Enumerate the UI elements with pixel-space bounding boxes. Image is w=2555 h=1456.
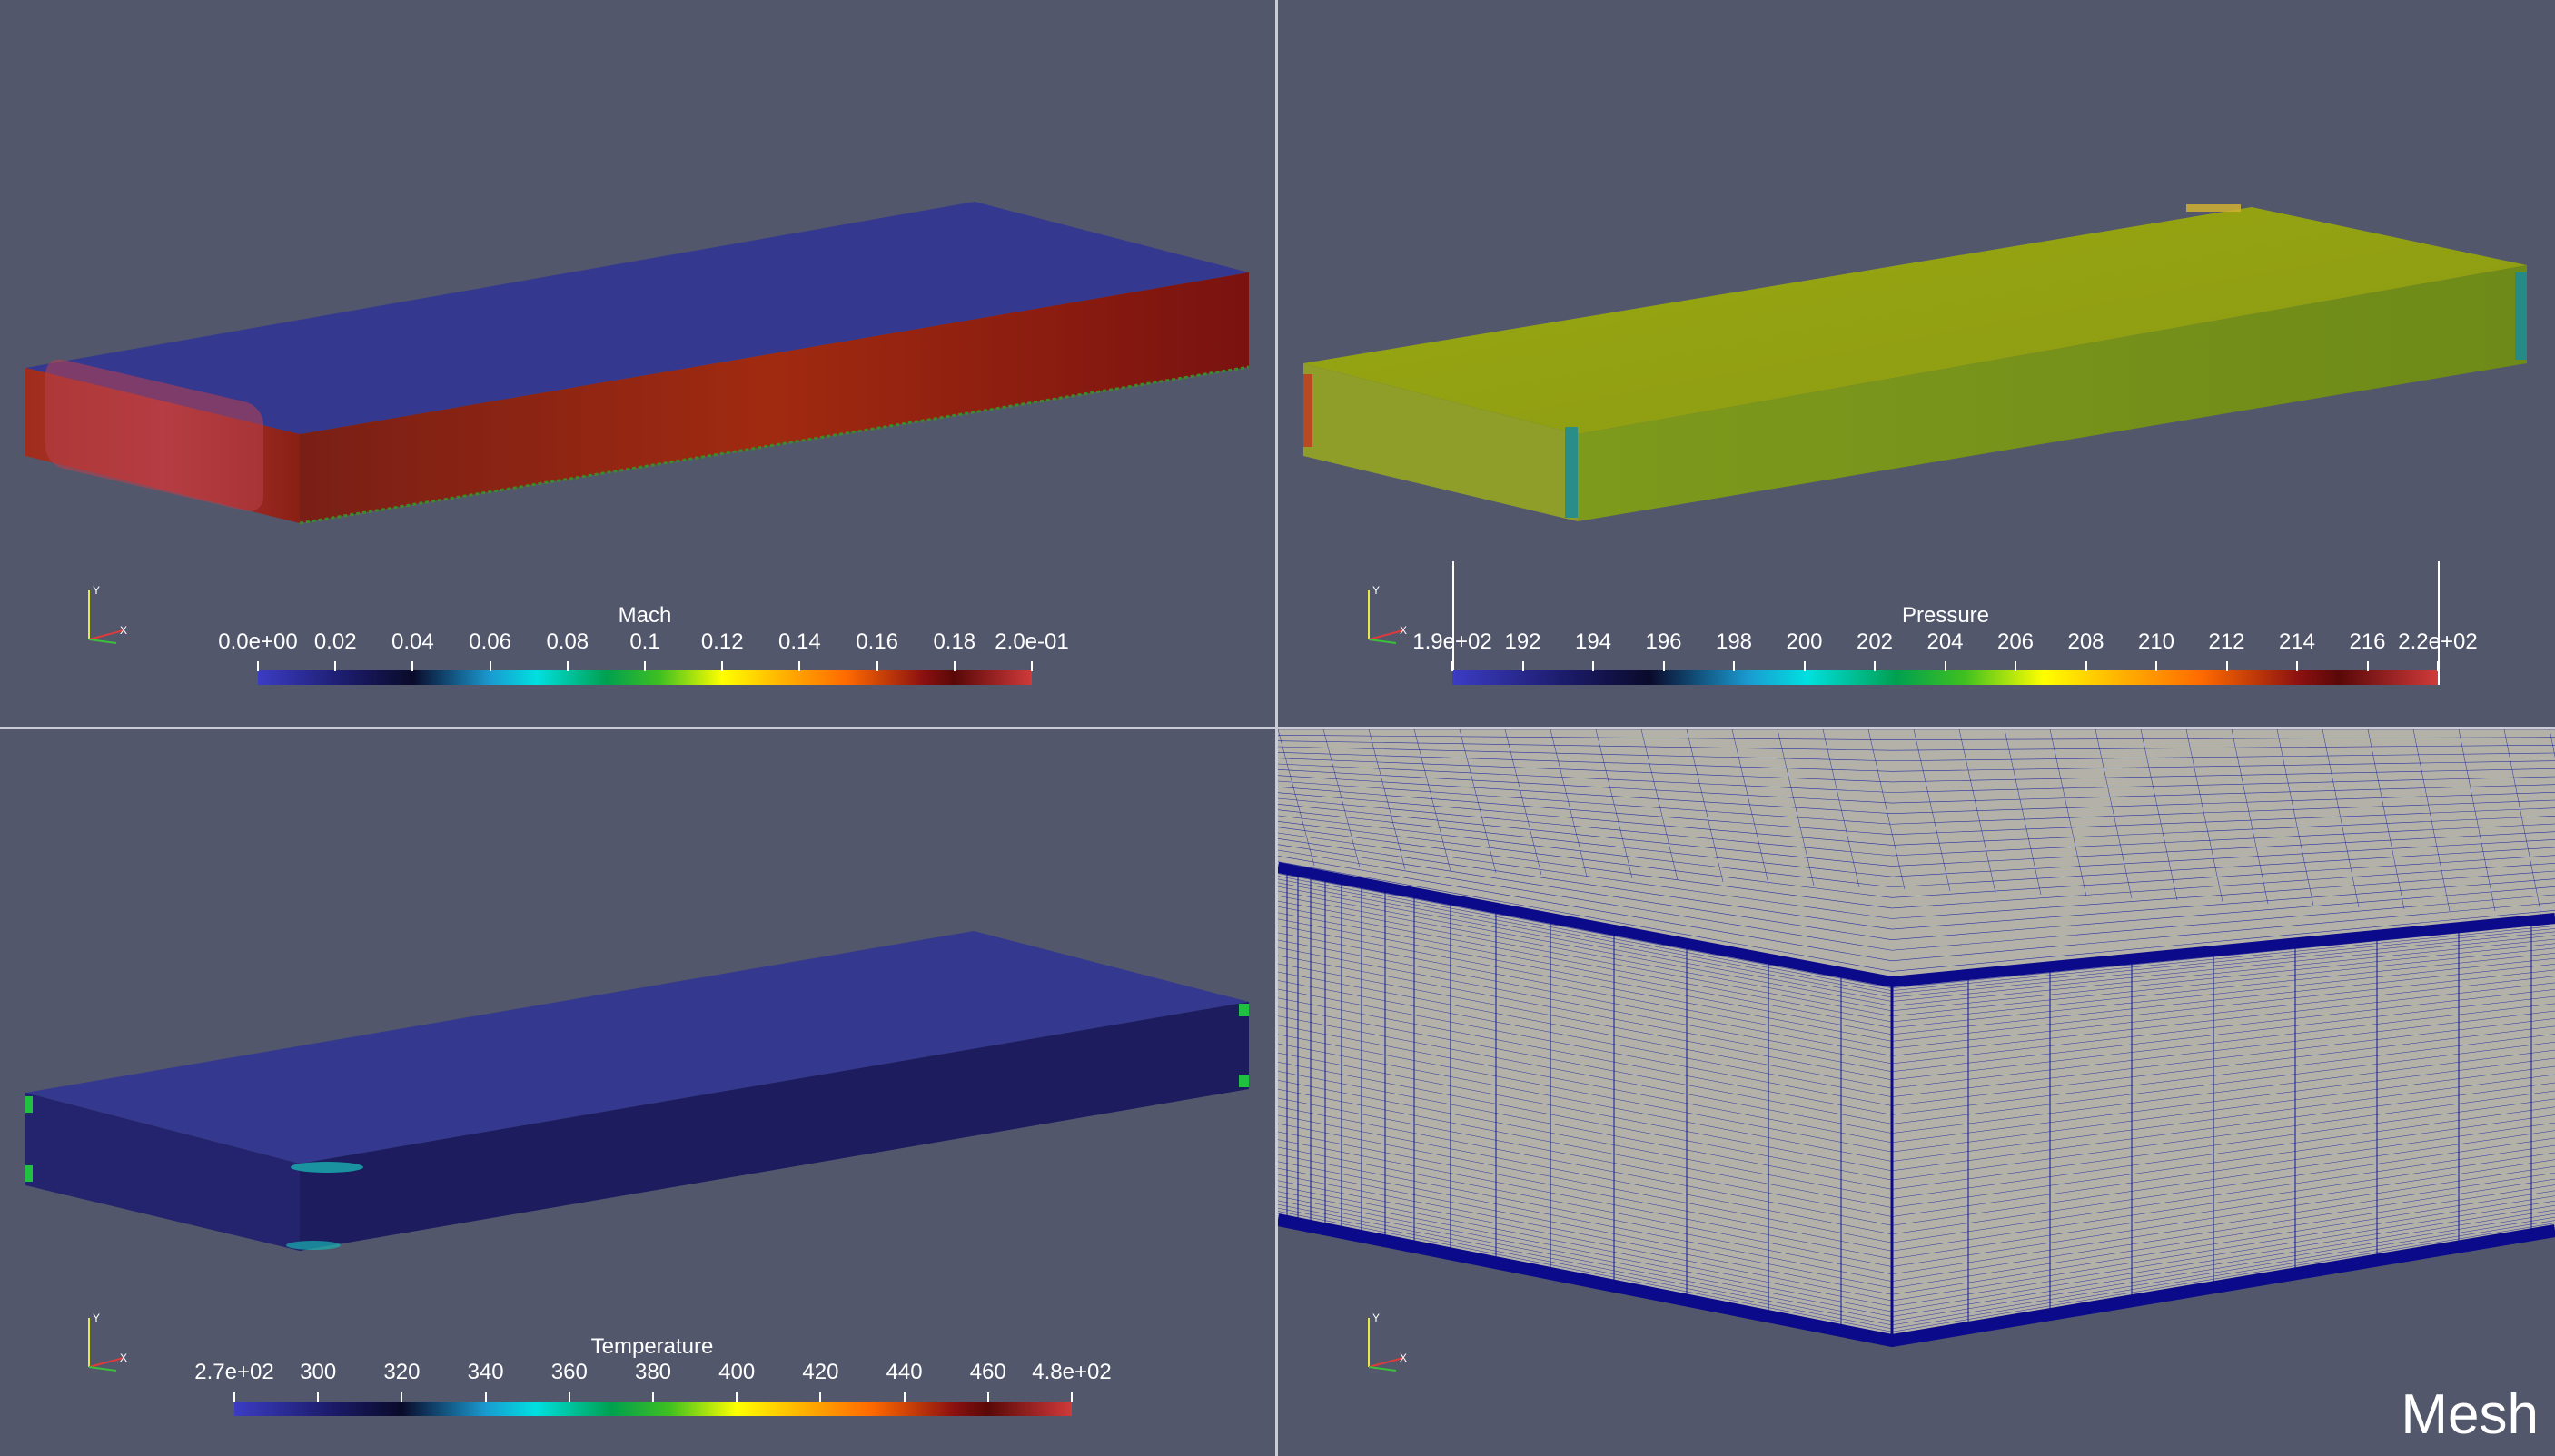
- orientation-axes: Y X: [80, 1311, 134, 1374]
- svg-text:X: X: [120, 624, 127, 637]
- mesh-render: [1278, 729, 2555, 1348]
- viewport-mesh[interactable]: Y X Mesh: [1278, 729, 2555, 1456]
- orientation-axes: Y X: [1360, 1311, 1414, 1374]
- mach-render: [25, 202, 1250, 525]
- svg-text:Y: Y: [93, 1312, 100, 1324]
- temperature-render: [25, 931, 1249, 1251]
- viewport-divider-horizontal[interactable]: [0, 727, 2555, 729]
- viewport-temperature[interactable]: Y X Temperature 2.7e+02 300 320 340 360 380 40…: [0, 729, 1275, 1456]
- xyz-axes-icon: Y X: [88, 584, 127, 644]
- xyz-axes-icon: Y X: [1368, 1312, 1407, 1372]
- mesh-label: Mesh: [2401, 1383, 2539, 1446]
- svg-text:Y: Y: [1372, 584, 1380, 597]
- viewport-mach[interactable]: Y X Mach 0.0e+00 0.02 0.04 0.06 0.08 0.1 0.12 0…: [0, 0, 1275, 727]
- svg-text:Y: Y: [1372, 1312, 1380, 1324]
- svg-text:X: X: [120, 1352, 127, 1364]
- svg-text:Y: Y: [93, 584, 100, 597]
- xyz-axes-icon: Y X: [88, 1312, 127, 1372]
- orientation-axes: Y X: [80, 583, 134, 647]
- pressure-render: [1303, 204, 2527, 521]
- viewport-pressure[interactable]: Y X Pressure 1.9e+02 192 194 196 198 200 202 20…: [1278, 0, 2555, 727]
- svg-text:X: X: [1400, 624, 1407, 637]
- svg-text:X: X: [1400, 1352, 1407, 1364]
- xyz-axes-icon: Y X: [1368, 584, 1407, 644]
- orientation-axes: Y X: [1360, 583, 1414, 647]
